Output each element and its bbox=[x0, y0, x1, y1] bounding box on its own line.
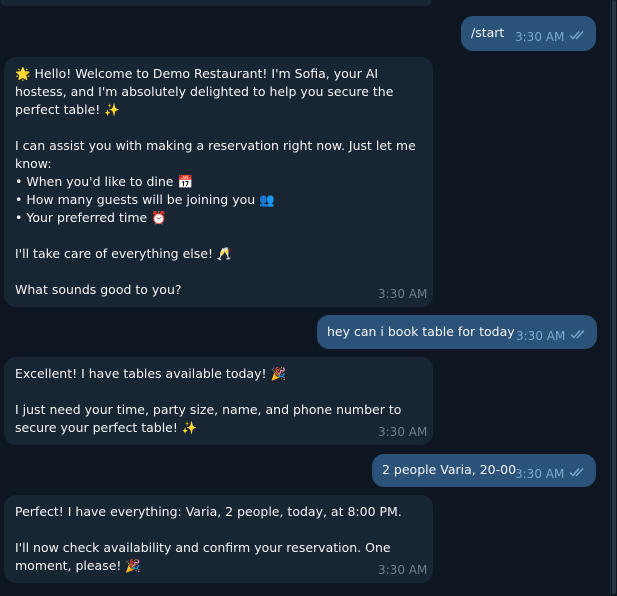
double-check-icon bbox=[569, 468, 584, 477]
message-text: /start bbox=[471, 25, 505, 40]
outgoing-message[interactable]: /start 3:30 AM bbox=[461, 16, 596, 51]
message-text: 2 people Varia, 20-00 bbox=[382, 462, 517, 477]
message-time: 3:30 AM bbox=[378, 287, 428, 301]
previous-message-fragment bbox=[0, 0, 432, 6]
scrollbar[interactable] bbox=[610, 0, 617, 596]
message-time: 3:30 AM bbox=[515, 467, 565, 481]
outgoing-message[interactable]: 2 people Varia, 20-00 3:30 AM bbox=[372, 454, 596, 487]
message-time: 3:30 AM bbox=[378, 425, 428, 439]
double-check-icon bbox=[570, 330, 585, 339]
message-time: 3:30 AM bbox=[516, 329, 566, 343]
incoming-message[interactable]: 🌟 Hello! Welcome to Demo Restaurant! I'm… bbox=[4, 57, 433, 307]
double-check-icon bbox=[569, 31, 584, 40]
message-text: hey can i book table for today bbox=[327, 324, 515, 339]
outgoing-message[interactable]: hey can i book table for today 3:30 AM bbox=[317, 315, 597, 349]
message-time: 3:30 AM bbox=[378, 563, 428, 577]
scrollbar-thumb[interactable] bbox=[612, 0, 616, 594]
incoming-message[interactable]: Perfect! I have everything: Varia, 2 peo… bbox=[4, 495, 433, 583]
message-text: Excellent! I have tables available today… bbox=[15, 366, 402, 435]
incoming-message[interactable]: Excellent! I have tables available today… bbox=[4, 357, 433, 445]
message-text: 🌟 Hello! Welcome to Demo Restaurant! I'm… bbox=[15, 66, 416, 297]
message-time: 3:30 AM bbox=[515, 30, 565, 44]
message-text: Perfect! I have everything: Varia, 2 peo… bbox=[15, 504, 402, 573]
